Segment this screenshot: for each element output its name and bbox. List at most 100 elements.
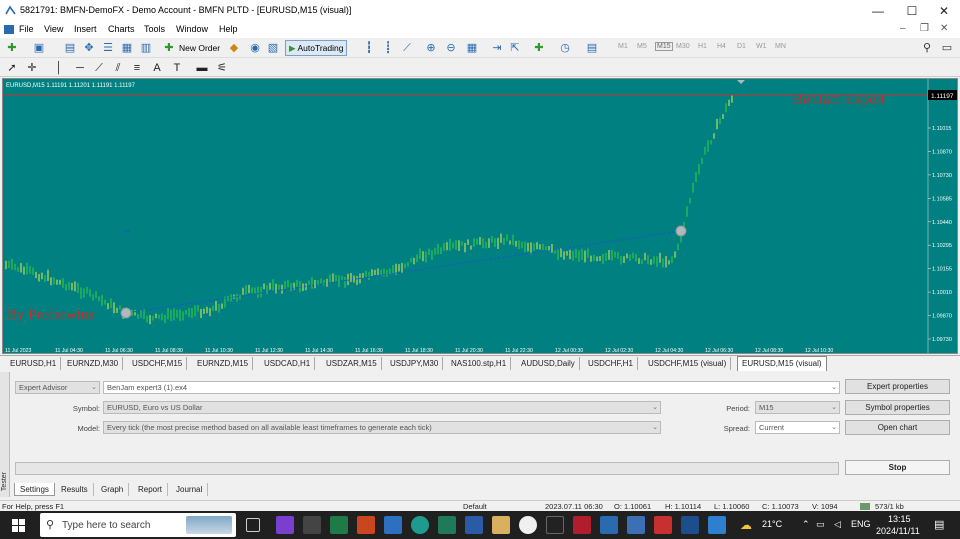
autoscroll-icon[interactable]: ⇱ xyxy=(508,41,522,55)
timeframe-w1[interactable]: W1 xyxy=(756,43,767,50)
bar-chart-icon[interactable]: ┇ xyxy=(362,41,376,55)
horizontal-line-icon[interactable]: ─ xyxy=(73,61,87,75)
price-chart[interactable]: 1.11015 1.10870 1.10730 1.10585 1.10440 1.102… xyxy=(2,78,958,354)
trade-open-marker[interactable] xyxy=(120,307,132,319)
word-icon[interactable] xyxy=(465,516,483,534)
chat-icon[interactable]: ▭ xyxy=(940,41,954,55)
windows-start-icon[interactable] xyxy=(12,519,25,532)
data-window-icon[interactable]: ✥ xyxy=(82,41,96,55)
tab-usdzar-m15[interactable]: USDZAR,M15 xyxy=(322,357,382,370)
search-icon[interactable]: ⚲ xyxy=(920,41,934,55)
tab-nas100-h1[interactable]: NAS100.stp,H1 xyxy=(447,357,512,370)
timeframe-mn[interactable]: MN xyxy=(775,43,786,50)
arrow-shapes-icon[interactable]: ▬ xyxy=(195,61,209,75)
chart-shift-icon[interactable]: ⇥ xyxy=(490,41,504,55)
more-tools-icon[interactable]: ⚟ xyxy=(215,61,229,75)
symbol-properties-button[interactable]: Symbol properties xyxy=(845,400,950,415)
navigator-icon[interactable]: ☰ xyxy=(101,41,115,55)
menu-view[interactable]: View xyxy=(44,24,63,34)
new-order-button[interactable]: New Order xyxy=(175,40,224,56)
store-icon[interactable] xyxy=(492,516,510,534)
minimize-button[interactable]: — xyxy=(862,0,894,22)
trade-close-marker[interactable] xyxy=(675,225,687,237)
timeframe-m5[interactable]: M5 xyxy=(637,43,647,50)
metatrader-task-icon[interactable] xyxy=(681,516,699,534)
xbox-icon[interactable] xyxy=(303,516,321,534)
timeframe-m15[interactable]: M15 xyxy=(655,42,673,51)
chrome-icon[interactable] xyxy=(519,516,537,534)
tab-report[interactable]: Report xyxy=(133,483,169,496)
mail-icon[interactable] xyxy=(600,516,618,534)
task-view-icon[interactable] xyxy=(246,518,260,532)
tab-eurnzd-m15[interactable]: EURNZD,M15 xyxy=(193,357,254,370)
timeframe-h4[interactable]: H4 xyxy=(717,43,726,50)
fibonacci-icon[interactable]: ≡ xyxy=(130,61,144,75)
tab-usdchf-m15[interactable]: USDCHF,M15 xyxy=(128,357,188,370)
menu-window[interactable]: Window xyxy=(176,24,208,34)
text-icon[interactable]: A xyxy=(150,61,164,75)
chart-shift-marker[interactable] xyxy=(737,80,745,84)
close-button[interactable]: ✕ xyxy=(928,0,960,22)
menu-charts[interactable]: Charts xyxy=(108,24,135,34)
zoom-in-icon[interactable]: ⊕ xyxy=(424,41,438,55)
language-indicator[interactable]: ENG xyxy=(851,519,871,529)
publisher-icon[interactable] xyxy=(438,516,456,534)
menu-file[interactable]: File xyxy=(19,24,34,34)
mode-select[interactable]: Expert Advisor ⌄ xyxy=(15,381,100,394)
volume-icon[interactable]: ◁ xyxy=(834,519,841,530)
edge-icon[interactable] xyxy=(411,516,429,534)
tab-settings[interactable]: Settings xyxy=(14,483,55,496)
tab-eurnzd-m30[interactable]: EURNZD,M30 xyxy=(63,357,124,370)
pdf-icon[interactable] xyxy=(654,516,672,534)
spread-select[interactable]: Current ⌄ xyxy=(755,421,840,434)
timeframe-m30[interactable]: M30 xyxy=(676,43,690,50)
period-select[interactable]: M15 ⌄ xyxy=(755,401,840,414)
mdi-close-icon[interactable]: ✕ xyxy=(940,23,948,34)
metatrader-task-icon-2[interactable] xyxy=(708,516,726,534)
tab-usdchf-m15-visual[interactable]: USDCHF,M15 (visual) xyxy=(644,357,732,370)
cursor-icon[interactable]: ➚ xyxy=(5,61,19,75)
terminal-icon[interactable]: ▦ xyxy=(120,41,134,55)
trendline-icon[interactable]: ⟋ xyxy=(92,61,106,75)
channel-icon[interactable]: ⫽ xyxy=(111,61,125,75)
tab-eurusd-m15-visual[interactable]: EURUSD,M15 (visual) xyxy=(737,356,827,371)
open-chart-button[interactable]: Open chart xyxy=(845,420,950,435)
mdi-restore-icon[interactable]: ❐ xyxy=(920,23,929,34)
weather-temp[interactable]: 21°C xyxy=(762,519,782,529)
excel-icon[interactable] xyxy=(330,516,348,534)
menu-help[interactable]: Help xyxy=(219,24,238,34)
tab-results[interactable]: Results xyxy=(56,483,94,496)
tab-graph[interactable]: Graph xyxy=(96,483,130,496)
signals-icon[interactable]: ◉ xyxy=(248,41,262,55)
tab-journal[interactable]: Journal xyxy=(171,483,209,496)
maximize-button[interactable]: ☐ xyxy=(896,0,928,22)
network-icon[interactable]: ▭ xyxy=(816,519,825,530)
clock-time[interactable]: 13:15 xyxy=(888,514,911,524)
line-chart-icon[interactable]: ⟋ xyxy=(400,41,414,55)
symbol-select[interactable]: EURUSD, Euro vs US Dollar ⌄ xyxy=(103,401,661,414)
tray-chevron-icon[interactable]: ⌃ xyxy=(802,519,810,530)
market-icon[interactable]: ▧ xyxy=(266,41,280,55)
market-watch-icon[interactable]: ▤ xyxy=(63,41,77,55)
timeframe-d1[interactable]: D1 xyxy=(737,43,746,50)
vertical-line-icon[interactable]: │ xyxy=(52,61,66,75)
tab-audusd-daily[interactable]: AUDUSD,Daily xyxy=(517,357,580,370)
new-order-icon[interactable]: ✚ xyxy=(162,41,176,55)
mdi-minimize-icon[interactable]: – xyxy=(900,23,906,34)
mw-app-icon[interactable] xyxy=(546,516,564,534)
indicators-icon[interactable]: ✚ xyxy=(532,41,546,55)
clock-date[interactable]: 2024/11/11 xyxy=(876,526,920,536)
crosshair-icon[interactable]: ✛ xyxy=(25,61,39,75)
app-red-icon[interactable] xyxy=(573,516,591,534)
menu-tools[interactable]: Tools xyxy=(144,24,165,34)
periods-icon[interactable]: ◷ xyxy=(558,41,572,55)
weather-icon[interactable]: ☁ xyxy=(740,518,752,532)
templates-icon[interactable]: ▤ xyxy=(585,41,599,55)
zoom-out-icon[interactable]: ⊖ xyxy=(444,41,458,55)
notifications-icon[interactable]: ▤ xyxy=(934,518,944,531)
text-label-icon[interactable]: T xyxy=(170,61,184,75)
expert-properties-button[interactable]: Expert properties xyxy=(845,379,950,394)
stop-button[interactable]: Stop xyxy=(845,460,950,475)
model-select[interactable]: Every tick (the most precise method base… xyxy=(103,421,661,434)
candlestick-icon[interactable]: ┋ xyxy=(381,41,395,55)
